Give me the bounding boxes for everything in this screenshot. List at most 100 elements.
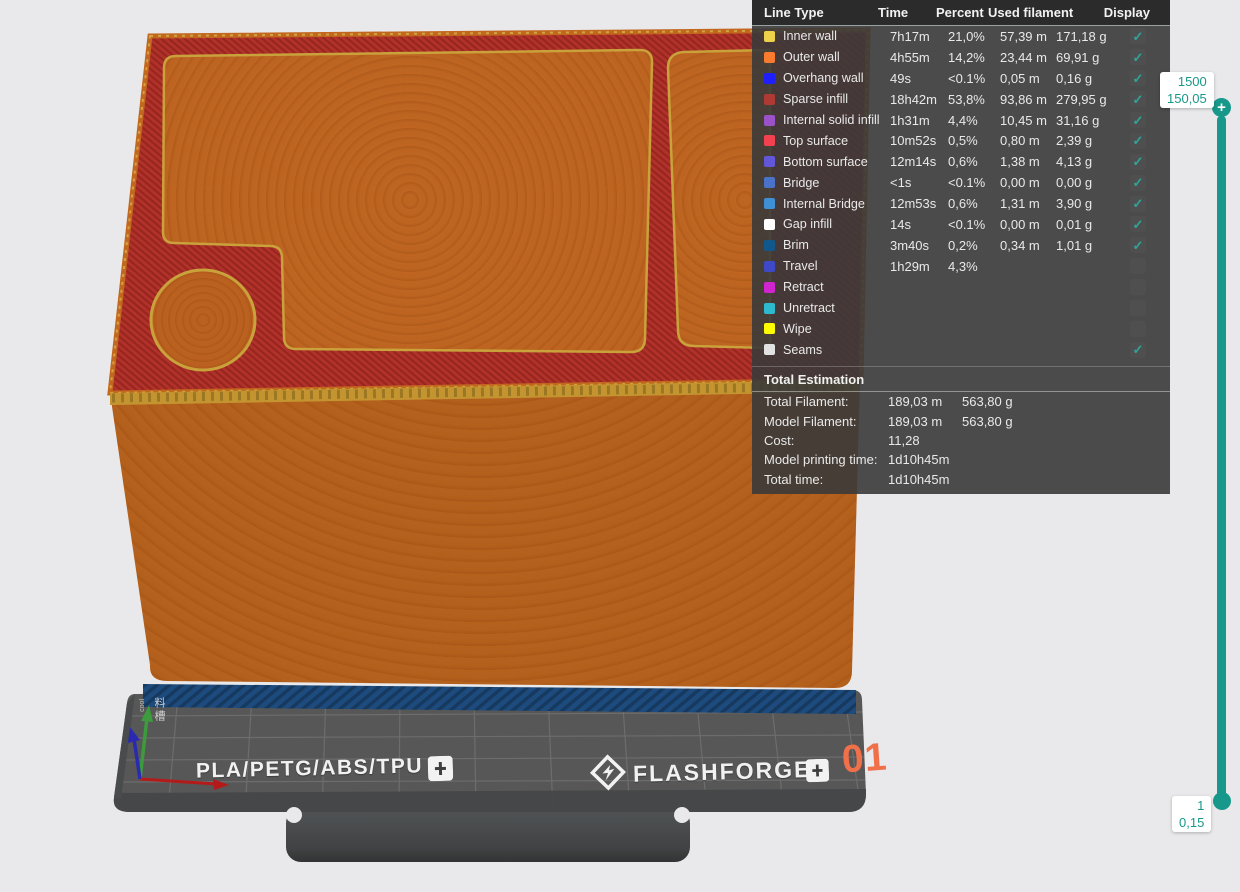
- time-value: 4h55m: [890, 50, 948, 65]
- col-line-type: Line Type: [752, 5, 878, 20]
- display-checkbox[interactable]: ✓: [1130, 91, 1146, 107]
- display-checkbox[interactable]: [1130, 300, 1146, 316]
- display-checkbox[interactable]: ✓: [1130, 49, 1146, 65]
- length-value: 0,34 m: [1000, 238, 1056, 253]
- row-bridge: Bridge <1s <0.1% 0,00 m 0,00 g ✓: [752, 172, 1170, 193]
- display-checkbox[interactable]: ✓: [1130, 216, 1146, 232]
- layer-slider-track[interactable]: [1217, 116, 1226, 797]
- row-internal-bridge: Internal Bridge 12m53s 0,6% 1,31 m 3,90 …: [752, 193, 1170, 214]
- total-estimation-title: Total Estimation: [752, 366, 1170, 392]
- display-checkbox[interactable]: ✓: [1130, 196, 1146, 212]
- line-type-label: Bridge: [783, 176, 890, 190]
- color-swatch: [764, 31, 775, 42]
- display-checkbox[interactable]: [1130, 258, 1146, 274]
- row-top-surface: Top surface 10m52s 0,5% 0,80 m 2,39 g ✓: [752, 130, 1170, 151]
- color-swatch: [764, 344, 775, 355]
- plate-stand: [286, 808, 690, 862]
- display-checkbox[interactable]: ✓: [1130, 70, 1146, 86]
- layer-slider-top-label: 1500 150,05: [1160, 72, 1214, 108]
- line-type-label: Seams: [783, 343, 890, 357]
- color-swatch: [764, 198, 775, 209]
- length-value: 0,00 m: [1000, 175, 1056, 190]
- time-value: <1s: [890, 175, 948, 190]
- col-percent: Percent: [936, 5, 988, 20]
- percent-value: 14,2%: [948, 50, 1000, 65]
- line-type-label: Unretract: [783, 301, 890, 315]
- plate-side-label-en: cool: [139, 699, 146, 712]
- total-value-2: 563,80 g: [962, 414, 1013, 429]
- time-value: 7h17m: [890, 29, 948, 44]
- top-layer-number: 1500: [1167, 73, 1207, 90]
- line-type-label: Travel: [783, 259, 890, 273]
- line-type-stats-panel: Line Type Time Percent Used filament Dis…: [752, 0, 1170, 494]
- line-type-label: Internal solid infill: [783, 113, 890, 127]
- row-travel: Travel 1h29m 4,3%: [752, 256, 1170, 277]
- total-value: 189,03 m: [888, 414, 962, 429]
- color-swatch: [764, 303, 775, 314]
- weight-value: 2,39 g: [1056, 133, 1114, 148]
- display-checkbox[interactable]: ✓: [1130, 112, 1146, 128]
- length-value: 0,80 m: [1000, 133, 1056, 148]
- percent-value: 4,4%: [948, 113, 1000, 128]
- weight-value: 171,18 g: [1056, 29, 1114, 44]
- percent-value: 53,8%: [948, 92, 1000, 107]
- line-type-rows: Inner wall 7h17m 21,0% 57,39 m 171,18 g …: [752, 26, 1170, 360]
- check-icon: ✓: [1133, 114, 1144, 127]
- total-value-2: 563,80 g: [962, 394, 1013, 409]
- percent-value: <0.1%: [948, 175, 1000, 190]
- length-value: 23,44 m: [1000, 50, 1056, 65]
- length-value: 0,05 m: [1000, 71, 1056, 86]
- model-printing-time-row: Model printing time: 1d10h45m: [752, 450, 1170, 469]
- line-type-label: Gap infill: [783, 217, 890, 231]
- weight-value: 69,91 g: [1056, 50, 1114, 65]
- time-value: 1h29m: [890, 259, 948, 274]
- check-icon: ✓: [1133, 218, 1144, 231]
- col-display: Display: [1104, 5, 1170, 20]
- display-checkbox[interactable]: [1130, 321, 1146, 337]
- color-swatch: [764, 115, 775, 126]
- layer-slider-add-button[interactable]: +: [1212, 98, 1231, 117]
- display-checkbox[interactable]: ✓: [1130, 133, 1146, 149]
- weight-value: 279,95 g: [1056, 92, 1114, 107]
- check-icon: ✓: [1133, 343, 1144, 356]
- top-layer-height: 150,05: [1167, 90, 1207, 107]
- percent-value: 0,6%: [948, 196, 1000, 211]
- line-type-label: Overhang wall: [783, 71, 890, 85]
- total-time-row: Total time: 1d10h45m: [752, 470, 1170, 489]
- slicer-preview-window: PLA/PETG/ABS/TPU FLASHFORGE 01 料槽 cool L…: [0, 0, 1240, 892]
- line-type-label: Retract: [783, 280, 890, 294]
- display-checkbox[interactable]: ✓: [1130, 342, 1146, 358]
- row-brim: Brim 3m40s 0,2% 0,34 m 1,01 g ✓: [752, 235, 1170, 256]
- weight-value: 0,16 g: [1056, 71, 1114, 86]
- total-value: 11,28: [888, 433, 962, 448]
- flashforge-logo-icon: [588, 753, 627, 797]
- display-checkbox[interactable]: [1130, 279, 1146, 295]
- length-value: 0,00 m: [1000, 217, 1056, 232]
- row-overhang-wall: Overhang wall 49s <0.1% 0,05 m 0,16 g ✓: [752, 68, 1170, 89]
- color-swatch: [764, 282, 775, 293]
- length-value: 93,86 m: [1000, 92, 1056, 107]
- percent-value: 0,5%: [948, 133, 1000, 148]
- color-swatch: [764, 156, 775, 167]
- display-checkbox[interactable]: ✓: [1130, 175, 1146, 191]
- length-value: 57,39 m: [1000, 29, 1056, 44]
- length-value: 10,45 m: [1000, 113, 1056, 128]
- weight-value: 3,90 g: [1056, 196, 1114, 211]
- model-filament-row: Model Filament: 189,03 m 563,80 g: [752, 411, 1170, 430]
- line-type-label: Wipe: [783, 322, 890, 336]
- bottom-layer-height: 0,15: [1179, 814, 1204, 831]
- display-checkbox[interactable]: ✓: [1130, 28, 1146, 44]
- length-value: 1,38 m: [1000, 154, 1056, 169]
- display-checkbox[interactable]: ✓: [1130, 237, 1146, 253]
- plate-material-label: PLA/PETG/ABS/TPU: [196, 754, 424, 783]
- layer-slider-handle[interactable]: [1213, 792, 1231, 810]
- display-checkbox[interactable]: ✓: [1130, 154, 1146, 170]
- check-icon: ✓: [1133, 134, 1144, 147]
- weight-value: 31,16 g: [1056, 113, 1114, 128]
- line-type-label: Sparse infill: [783, 92, 890, 106]
- color-swatch: [764, 94, 775, 105]
- row-outer-wall: Outer wall 4h55m 14,2% 23,44 m 69,91 g ✓: [752, 47, 1170, 68]
- total-value: 189,03 m: [888, 394, 962, 409]
- time-value: 3m40s: [890, 238, 948, 253]
- color-swatch: [764, 52, 775, 63]
